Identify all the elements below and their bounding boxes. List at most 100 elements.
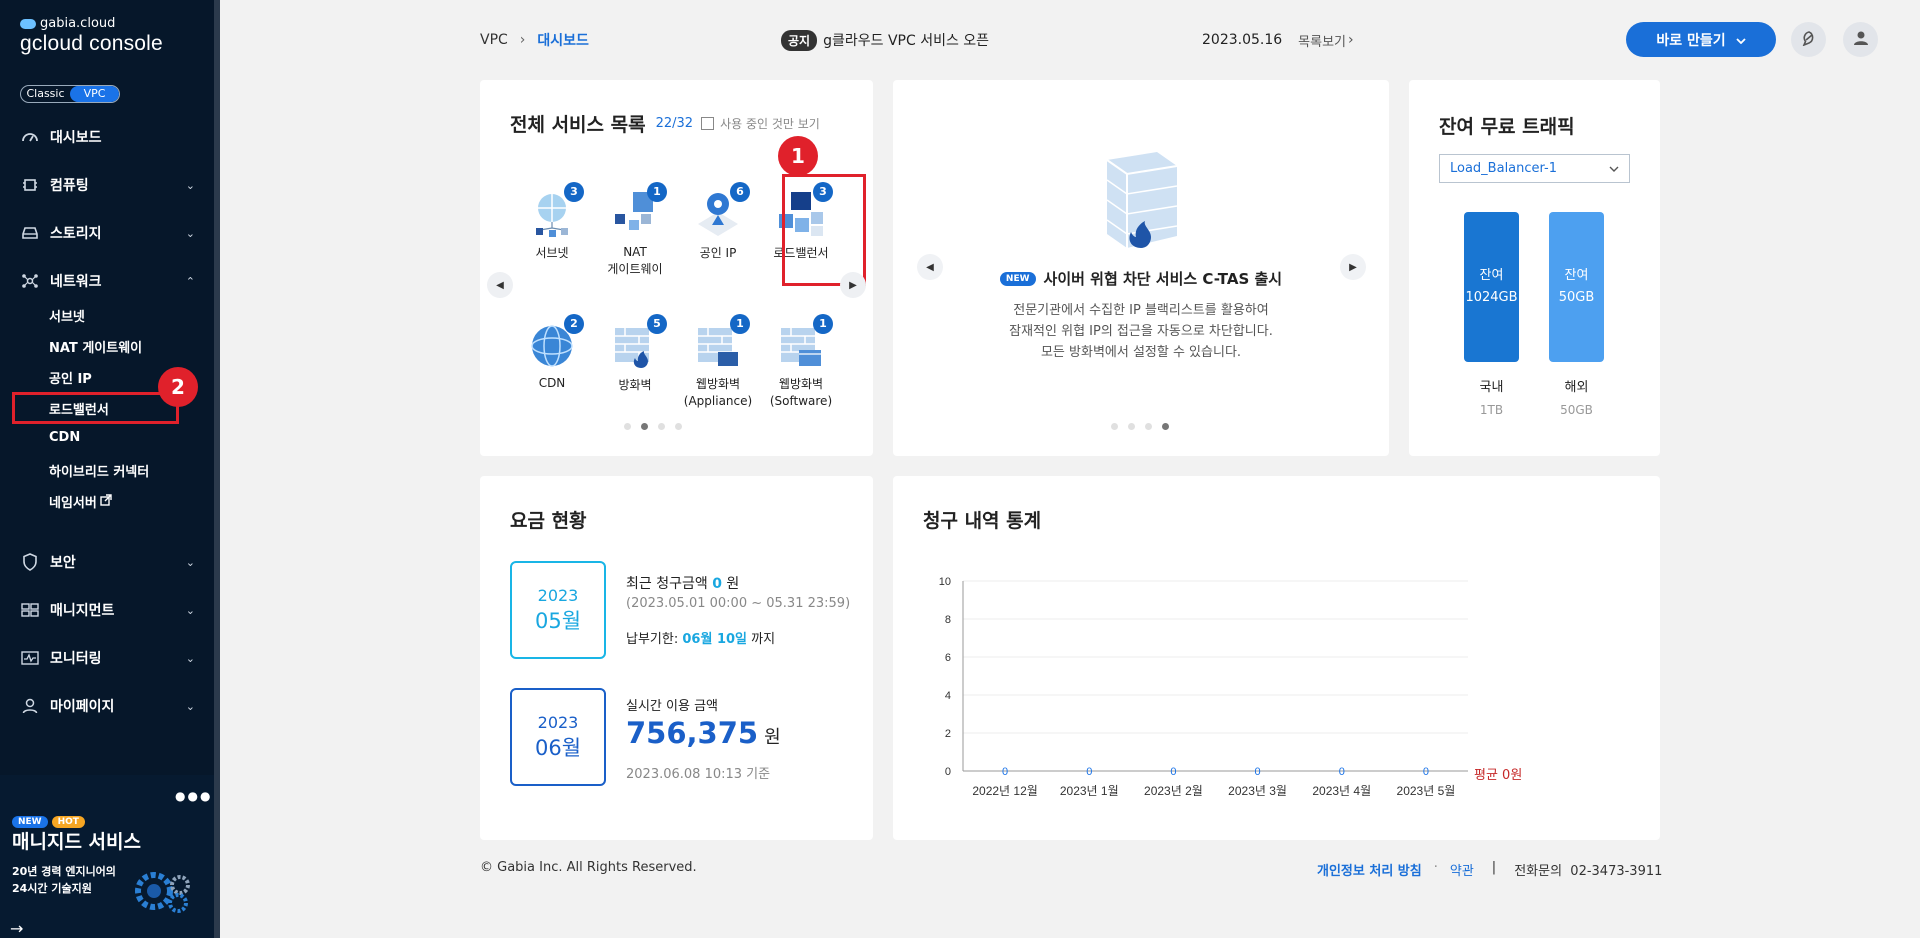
nav-item-storage[interactable]: 스토리지 ⌄	[20, 220, 195, 246]
subnav-subnet[interactable]: 서브넷	[49, 306, 85, 325]
create-now-button[interactable]: 바로 만들기	[1626, 22, 1776, 57]
box-month: 06월	[534, 735, 582, 760]
nav-item-network[interactable]: 네트워크 ⌃	[20, 268, 195, 294]
nav-label: 컴퓨팅	[50, 178, 89, 194]
service-waf-appliance[interactable]: 1 웹방화벽 (Appliance)	[678, 314, 758, 410]
privacy-policy-link[interactable]: 개인정보 처리 방침	[1317, 860, 1422, 879]
nat-gateway-icon: 1	[611, 182, 667, 238]
data-label: 0	[1170, 766, 1176, 778]
realtime-timestamp: 2023.06.08 10:13 기준	[626, 767, 771, 782]
pager-dot[interactable]	[1145, 423, 1152, 430]
service-label: 서브넷	[535, 246, 569, 260]
pager-dot-active[interactable]	[1162, 423, 1169, 430]
services-prev-button[interactable]: ◀	[487, 272, 513, 298]
pager-dot[interactable]	[658, 423, 665, 430]
service-list-card: 전체 서비스 목록 22/32 사용 중인 것만 보기 3 서브넷 1 NAT …	[480, 80, 873, 456]
subnav-nameserver[interactable]: 네임서버	[49, 492, 112, 511]
news-banner-card[interactable]: ◀ ▶ NEW 사이버 위협 차단 서비스 C-TAS 출시 전문기관에서 수집…	[893, 80, 1389, 456]
toggle-classic[interactable]: Classic	[21, 86, 70, 102]
subnav-hybrid-connector[interactable]: 하이브리드 커넥터	[49, 461, 149, 480]
banner-pager[interactable]	[1111, 423, 1169, 430]
profile-button[interactable]	[1843, 22, 1878, 57]
subnav-public-ip[interactable]: 공인 IP	[49, 368, 92, 387]
subnav-cdn[interactable]: CDN	[49, 430, 80, 445]
nav-label: 보안	[50, 555, 76, 571]
promo-banner[interactable]: ●●● NEW HOT 매니지드 서비스 20년 경력 엔지니어의 24시간 기술…	[0, 775, 214, 938]
service-count: 22/32	[655, 116, 694, 131]
step-marker-1: 1	[778, 136, 818, 176]
service-count-badge: 2	[564, 314, 584, 334]
brand-top: gabia.cloud	[40, 16, 116, 31]
chat-icon	[1801, 30, 1817, 50]
nav-label: 대시보드	[50, 130, 102, 146]
storage-icon	[20, 225, 40, 241]
realtime-unit: 원	[764, 727, 781, 748]
copyright: © Gabia Inc. All Rights Reserved.	[480, 860, 697, 875]
due-label: 납부기한:	[626, 632, 679, 647]
chevron-down-icon: ⌄	[185, 603, 195, 617]
service-public-ip[interactable]: 6 공인 IP	[678, 182, 758, 261]
due-date: 06월 10일	[682, 632, 748, 647]
service-label: 웹방화벽 (Software)	[769, 377, 833, 408]
service-subnet[interactable]: 3 서브넷	[512, 182, 592, 261]
service-cdn[interactable]: 2 CDN	[512, 314, 592, 390]
pager-dot-active[interactable]	[641, 423, 648, 430]
brand-logo[interactable]: gabia.cloud gcloud console	[20, 16, 163, 56]
y-tick-label: 6	[945, 652, 951, 664]
external-link-icon	[100, 493, 112, 510]
services-pager[interactable]	[624, 423, 682, 430]
pager-dot[interactable]	[1128, 423, 1135, 430]
gears-icon	[132, 871, 196, 917]
nav-item-monitoring[interactable]: 모니터링 ⌄	[20, 645, 195, 671]
filter-label[interactable]: 사용 중인 것만 보기	[720, 115, 820, 132]
service-waf-software[interactable]: 1 웹방화벽 (Software)	[761, 314, 841, 410]
service-firewall[interactable]: 5 방화벽	[595, 314, 675, 393]
banner-line3: 모든 방화벽에서 설정할 수 있습니다.	[1040, 345, 1242, 360]
notice-more-link[interactable]: 목록보기	[1298, 31, 1346, 50]
public-ip-icon: 6	[694, 182, 750, 238]
pager-dot[interactable]	[1111, 423, 1118, 430]
y-tick-label: 8	[945, 614, 951, 626]
chevron-right-icon: ▶	[849, 279, 857, 291]
traffic-select[interactable]: Load_Balancer-1	[1439, 154, 1630, 183]
arrow-right-icon[interactable]: →	[10, 919, 23, 938]
box-year: 2023	[537, 585, 579, 605]
pager-dot[interactable]	[624, 423, 631, 430]
services-next-button[interactable]: ▶	[840, 272, 866, 298]
banner-line2: 잠재적인 위협 IP의 접근을 자동으로 차단합니다.	[1009, 324, 1273, 339]
y-tick-label: 10	[939, 576, 951, 588]
promo-dots[interactable]: ●●●	[175, 789, 212, 803]
x-tick-label: 2023년 2월	[1144, 784, 1203, 798]
terms-link[interactable]: 약관	[1450, 860, 1474, 879]
subnet-icon: 3	[528, 182, 584, 238]
y-tick-label: 0	[945, 766, 951, 778]
cdn-icon: 2	[528, 314, 584, 370]
x-tick-label: 2023년 5월	[1397, 784, 1456, 798]
subnav-nat-gateway[interactable]: NAT 게이트웨이	[49, 337, 142, 356]
y-tick-label: 2	[945, 728, 951, 740]
chat-button[interactable]	[1791, 22, 1826, 57]
data-label: 0	[1002, 766, 1008, 778]
notice-text[interactable]: g클라우드 VPC 서비스 오픈	[823, 30, 989, 50]
console-toggle[interactable]: Classic VPC	[20, 85, 120, 103]
dashboard-icon	[20, 129, 40, 145]
filter-checkbox[interactable]	[701, 117, 715, 130]
nav-item-dashboard[interactable]: 대시보드	[20, 124, 195, 150]
pager-dot[interactable]	[675, 423, 682, 430]
x-tick-label: 2023년 3월	[1228, 784, 1287, 798]
billing-period: (2023.05.01 00:00 ~ 05.31 23:59)	[626, 596, 851, 611]
service-nat-gateway[interactable]: 1 NAT 게이트웨이	[595, 182, 675, 278]
breadcrumb-root[interactable]: VPC	[480, 32, 508, 48]
toggle-vpc[interactable]: VPC	[70, 86, 119, 102]
promo-line1: 20년 경력 엔지니어의	[12, 865, 116, 878]
nav-item-computing[interactable]: 컴퓨팅 ⌄	[20, 172, 195, 198]
nav-item-management[interactable]: 매니지먼트 ⌄	[20, 597, 195, 623]
traffic-bar-overseas: 잔여 50GB	[1549, 212, 1604, 362]
nav-item-security[interactable]: 보안 ⌄	[20, 549, 195, 575]
nav-item-mypage[interactable]: 마이페이지 ⌄	[20, 693, 195, 719]
promo-title: 매니지드 서비스	[12, 831, 141, 853]
service-count-badge: 1	[813, 314, 833, 334]
service-list-title: 전체 서비스 목록	[510, 114, 646, 136]
notice-bar[interactable]: 공지 g클라우드 VPC 서비스 오픈	[781, 22, 989, 58]
due-suffix: 까지	[751, 632, 776, 647]
